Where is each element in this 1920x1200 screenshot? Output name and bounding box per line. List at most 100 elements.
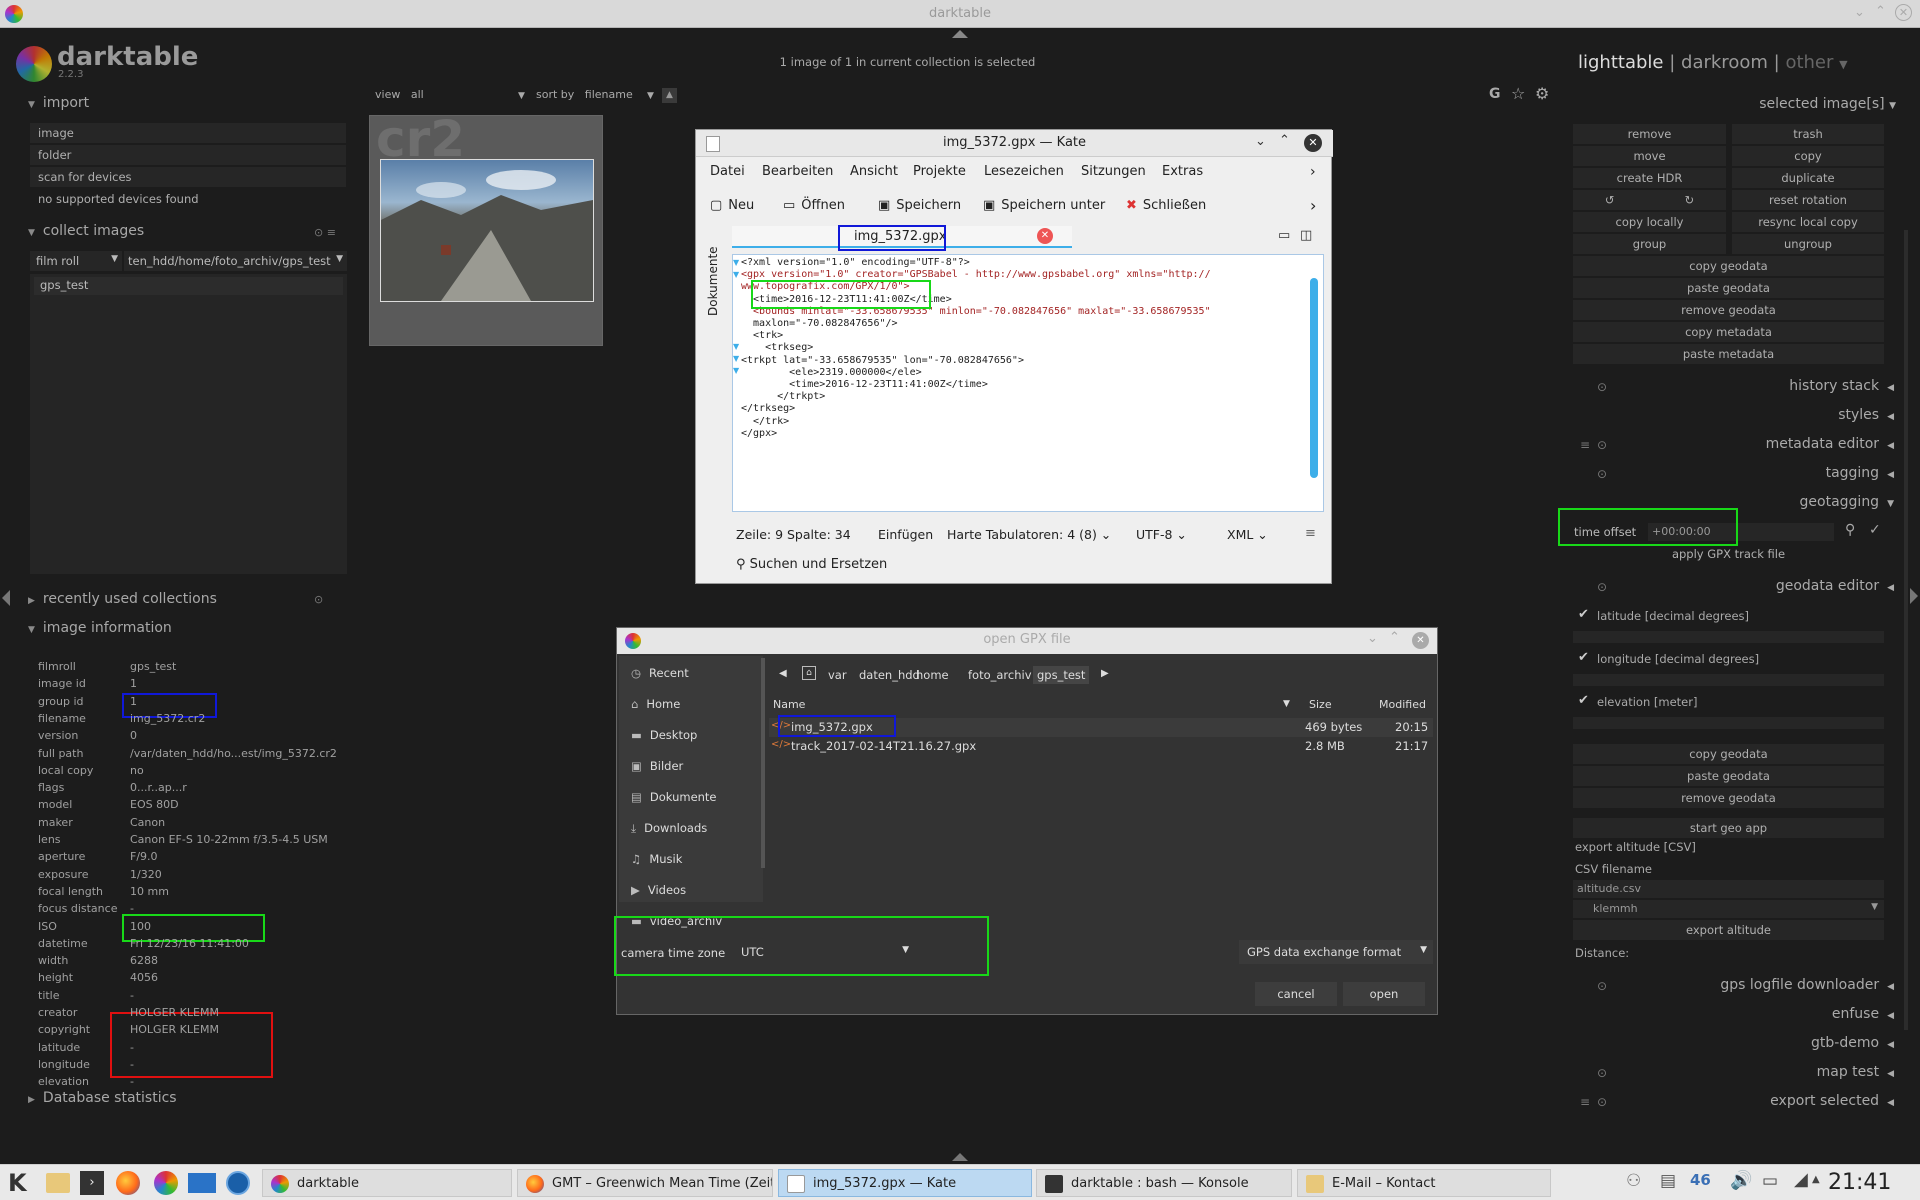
selected-action-button[interactable]: remove — [1573, 124, 1726, 144]
module-menu-icon[interactable]: ≡ — [1580, 438, 1590, 452]
left-panel-toggle-icon[interactable] — [2, 590, 10, 606]
close-icon[interactable]: ✕ — [1304, 134, 1322, 152]
dropdown-arrow-icon[interactable]: ▼ — [1839, 58, 1847, 71]
module-gear-icon[interactable]: ⊙ — [1597, 380, 1607, 394]
syntax-select[interactable]: XML ⌄ — [1227, 527, 1268, 542]
toolbar-save-as-button[interactable]: ▣ Speichern unter — [983, 198, 1105, 213]
import-image-button[interactable]: image — [30, 123, 346, 143]
encoding-select[interactable]: UTF-8 ⌄ — [1136, 527, 1187, 542]
geodata-action-button[interactable]: start geo app — [1573, 818, 1884, 838]
mail-icon[interactable] — [188, 1173, 216, 1193]
folder-icon[interactable]: ▭ — [1278, 228, 1290, 243]
scan-devices-button[interactable]: scan for devices — [30, 167, 346, 187]
close-icon[interactable]: ✕ — [1895, 4, 1912, 21]
geodata-field-input[interactable] — [1573, 717, 1884, 729]
file-row[interactable]: </> track_2017-02-14T21.16.27.gpx 2.8 MB 21… — [769, 737, 1433, 756]
view-darkroom[interactable]: darkroom — [1681, 52, 1768, 73]
selected-geodata-button[interactable]: copy geodata — [1573, 256, 1884, 276]
top-panel-toggle-icon[interactable] — [952, 30, 968, 38]
import-folder-button[interactable]: folder — [30, 145, 346, 165]
toolbar-open-button[interactable]: ▭ Öffnen — [783, 198, 845, 213]
input-mode[interactable]: Einfügen — [878, 527, 933, 542]
view-other[interactable]: other — [1785, 52, 1833, 73]
module-menu-icon[interactable]: ≡ — [1580, 1095, 1590, 1109]
selected-images-header[interactable]: selected image[s] ▼ — [1700, 96, 1896, 112]
selected-action-button[interactable]: copy — [1732, 146, 1884, 166]
menu-item[interactable]: Bearbeiten — [762, 164, 833, 179]
selected-action-button[interactable]: ungroup — [1732, 234, 1884, 254]
menu-item[interactable]: Sitzungen — [1081, 164, 1146, 179]
sort-filter[interactable]: sort by filename — [536, 88, 633, 101]
apply-check-icon[interactable]: ✓ — [1869, 522, 1881, 538]
selected-action-button[interactable]: trash — [1732, 124, 1884, 144]
wifi-icon[interactable]: ◢ — [1794, 1169, 1808, 1190]
minimize-icon[interactable]: ⌄ — [1367, 631, 1378, 646]
search-icon[interactable]: ⚲ — [1845, 522, 1855, 538]
module-header[interactable]: gtb-demo ◀ — [1811, 1035, 1894, 1051]
root-folder-icon[interactable]: ⌂ — [802, 666, 816, 680]
user-select[interactable]: klemmh ▼ — [1573, 900, 1884, 918]
place-item[interactable]: ▤ Dokumente — [631, 790, 717, 804]
view-lighttable[interactable]: lighttable — [1578, 52, 1663, 73]
recent-collections-header[interactable]: ▶ recently used collections — [28, 591, 358, 607]
import-section-header[interactable]: ▼ import — [28, 95, 358, 111]
toolbar-new-button[interactable]: ▢ Neu — [710, 198, 754, 213]
thumbnail-cell[interactable]: cr2 — [369, 110, 603, 346]
breadcrumb-item[interactable]: home — [912, 666, 953, 684]
breadcrumb-item[interactable]: foto_archiv — [964, 666, 1036, 684]
selected-action-button[interactable]: group — [1573, 234, 1726, 254]
right-panel-toggle-icon[interactable] — [1910, 588, 1918, 604]
geodata-editor-gear-icon[interactable]: ⊙ — [1597, 580, 1607, 594]
geodata-action-button[interactable]: paste geodata — [1573, 766, 1884, 786]
selected-geodata-button[interactable]: remove geodata — [1573, 300, 1884, 320]
module-header[interactable]: map test ◀ — [1817, 1064, 1894, 1080]
maximize-icon[interactable]: ⌃ — [1875, 4, 1886, 19]
breadcrumb-item[interactable]: var — [824, 666, 851, 684]
collect-property-select[interactable]: film roll ▼ — [30, 251, 122, 271]
module-gear-icon[interactable]: ⊙ — [1597, 467, 1607, 481]
breadcrumb-back-icon[interactable]: ◀ — [779, 668, 787, 679]
file-filter-select[interactable]: GPS data exchange format ▼ — [1239, 940, 1433, 964]
module-header[interactable]: history stack ◀ — [1789, 378, 1894, 394]
image-information-header[interactable]: ▼ image information — [28, 620, 358, 636]
column-modified[interactable]: Modified — [1379, 698, 1426, 711]
documents-sidebar-tab[interactable]: Dokumente — [704, 228, 724, 338]
rotate-buttons[interactable]: ↺ ↻ — [1573, 190, 1726, 210]
checkbox-icon[interactable]: ✔ — [1578, 650, 1589, 665]
kde-launcher-icon[interactable]: K — [8, 1169, 27, 1197]
tray-app-icon[interactable]: 46 — [1690, 1171, 1711, 1189]
geodata-editor-header[interactable]: geodata editor ◀ — [1776, 578, 1894, 594]
geodata-field-input[interactable] — [1573, 674, 1884, 686]
selected-action-button[interactable]: move — [1573, 146, 1726, 166]
close-icon[interactable]: ✕ — [1412, 632, 1429, 649]
database-stats-header[interactable]: ▶ Database statistics — [28, 1090, 358, 1106]
menu-item[interactable]: Extras — [1162, 164, 1203, 179]
thumbnail-image[interactable] — [380, 159, 594, 302]
module-header[interactable]: geotagging ▼ — [1800, 494, 1894, 510]
geodata-action-button[interactable]: copy geodata — [1573, 744, 1884, 764]
place-item[interactable]: ⌂ Home — [631, 697, 680, 711]
place-item[interactable]: ▬ Desktop — [631, 728, 697, 742]
selected-action-button[interactable]: copy locally — [1573, 212, 1726, 232]
place-item[interactable]: ♫ Musik — [631, 852, 682, 866]
minimize-icon[interactable]: ⌄ — [1255, 134, 1266, 149]
cancel-button[interactable]: cancel — [1255, 982, 1337, 1006]
darktable-icon[interactable] — [154, 1171, 178, 1195]
menu-item[interactable]: Datei — [710, 164, 745, 179]
close-tab-icon[interactable]: ✕ — [1037, 228, 1053, 244]
toolbar-close-button[interactable]: ✖ Schließen — [1126, 198, 1206, 213]
module-gear-icon[interactable]: ⊙ — [1597, 979, 1607, 993]
view-filter[interactable]: view all — [375, 88, 424, 101]
rotate-ccw-icon[interactable]: ↺ — [1605, 193, 1615, 207]
module-gear-icon[interactable]: ⊙ — [1597, 1066, 1607, 1080]
minimize-icon[interactable]: ⌄ — [1854, 5, 1865, 20]
breadcrumb-forward-icon[interactable]: ▶ — [1101, 668, 1109, 679]
module-header[interactable]: styles ◀ — [1838, 407, 1894, 423]
search-replace-button[interactable]: ⚲ Suchen und Ersetzen — [736, 557, 887, 572]
selected-action-button[interactable]: resync local copy — [1732, 212, 1884, 232]
star-icon[interactable]: ☆ — [1511, 84, 1525, 103]
selected-action-button[interactable]: create HDR — [1573, 168, 1726, 188]
display-icon[interactable]: ▭ — [1762, 1171, 1778, 1191]
csv-filename-input[interactable]: altitude.csv — [1573, 880, 1884, 898]
place-item[interactable]: ⤓ Downloads — [631, 821, 707, 836]
